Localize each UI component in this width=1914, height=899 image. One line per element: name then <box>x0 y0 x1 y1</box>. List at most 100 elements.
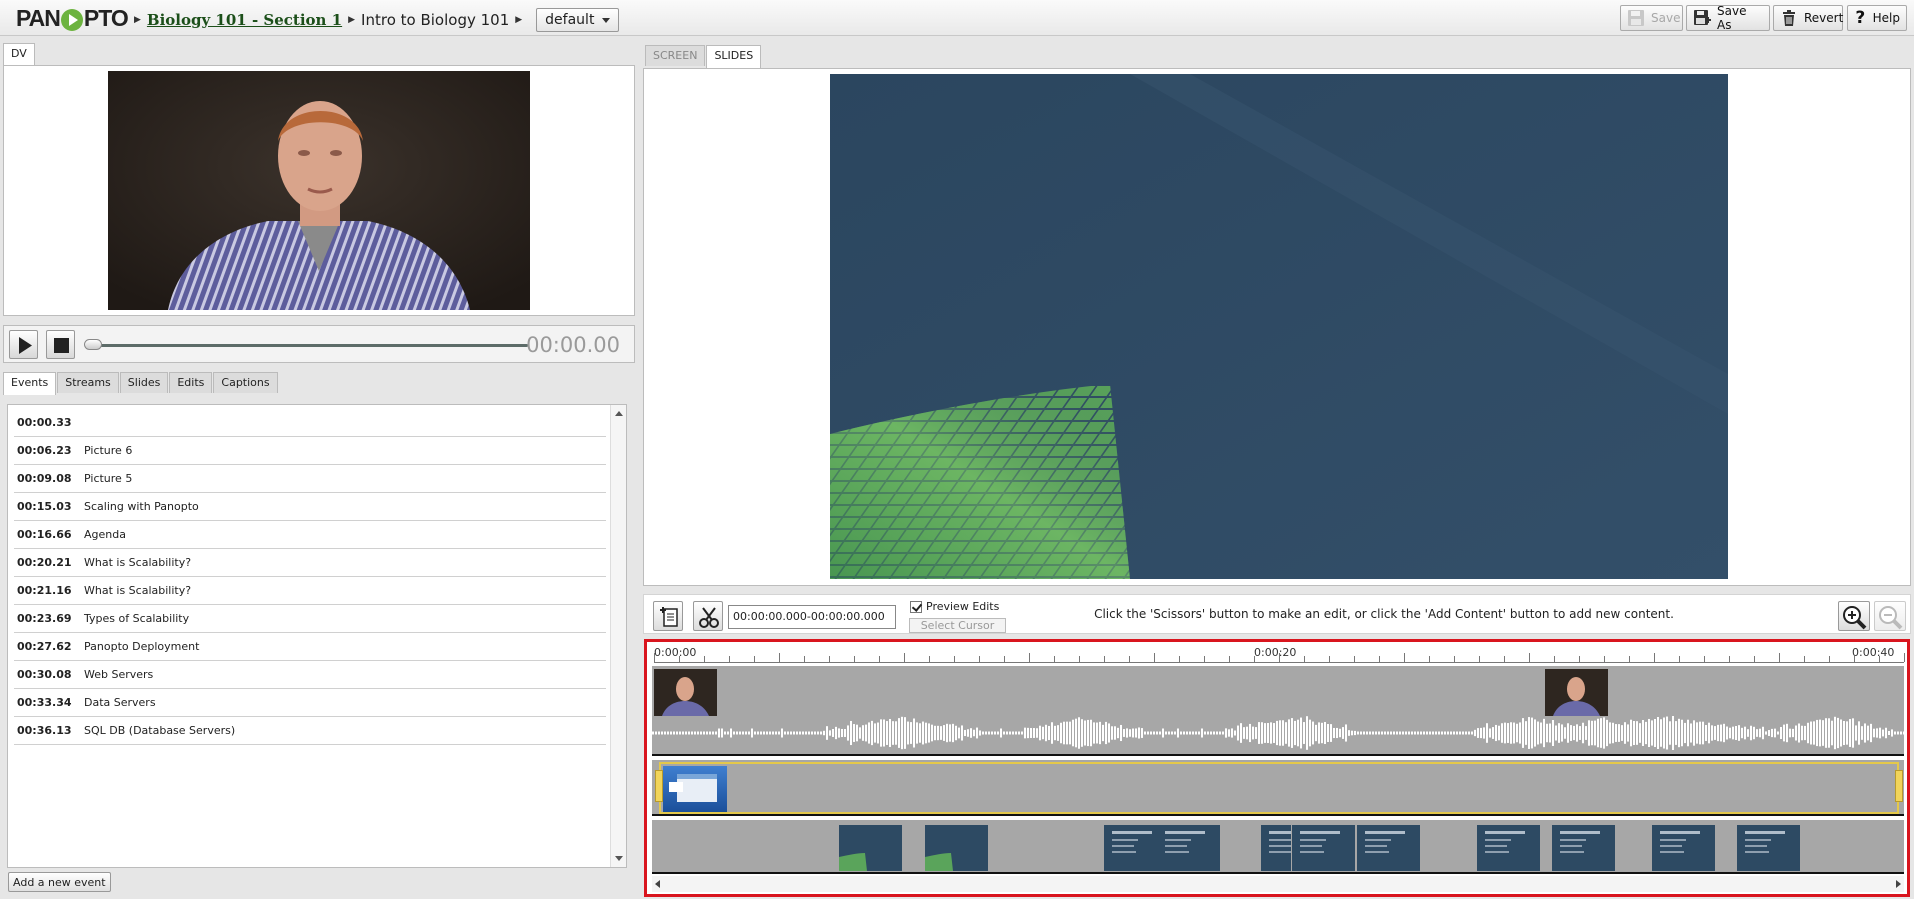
tab-streams[interactable]: Streams <box>57 372 119 393</box>
slide-thumbnail[interactable] <box>1477 825 1540 871</box>
select-cursor-button[interactable]: Select Cursor <box>909 618 1006 633</box>
events-scrollbar[interactable] <box>610 405 626 867</box>
stop-button[interactable] <box>46 330 75 359</box>
waveform-bar <box>907 721 909 745</box>
slide-thumbnail[interactable] <box>1157 825 1220 871</box>
waveform-bar <box>844 729 846 737</box>
tab-events[interactable]: Events <box>3 372 57 395</box>
ruler-tick <box>1104 656 1105 662</box>
waveform-bar <box>715 731 717 735</box>
waveform-bar <box>1384 731 1386 735</box>
screen-lane[interactable] <box>652 760 1904 816</box>
format-dropdown[interactable]: default <box>536 8 620 32</box>
slides-lane[interactable] <box>652 820 1904 874</box>
breadcrumb-arrow-icon: ▶ <box>515 15 523 25</box>
scissors-button[interactable] <box>693 601 723 631</box>
tab-edits[interactable]: Edits <box>169 372 213 393</box>
scroll-down-icon[interactable] <box>615 856 623 861</box>
waveform-bar <box>1411 731 1413 735</box>
event-row[interactable]: 00:00.33 <box>14 409 606 437</box>
slide-thumbnail[interactable] <box>839 825 902 871</box>
waveform-bar <box>910 722 912 744</box>
event-row[interactable]: 00:06.23 Picture 6 <box>14 437 606 465</box>
waveform-bar <box>859 727 861 739</box>
timeline-scrollbar[interactable] <box>652 876 1904 892</box>
event-row[interactable]: 00:33.34 Data Servers <box>14 689 606 717</box>
slide-thumbnail[interactable] <box>1357 825 1420 871</box>
waveform-bar <box>1765 731 1767 735</box>
event-row[interactable]: 00:36.13 SQL DB (Database Servers) <box>14 717 606 745</box>
tab-dv[interactable]: DV <box>3 43 35 66</box>
tab-captions[interactable]: Captions <box>213 372 278 393</box>
panopto-logo: PAN PTO <box>16 5 129 32</box>
seek-thumb[interactable] <box>84 339 102 350</box>
timeline-ruler[interactable]: 0:00:00 0:00:20 0:00:40 <box>654 644 1905 663</box>
waveform-bar <box>1540 722 1542 744</box>
event-row[interactable]: 00:23.69 Types of Scalability <box>14 605 606 633</box>
zoom-out-button[interactable] <box>1874 601 1906 631</box>
event-row[interactable]: 00:30.08 Web Servers <box>14 661 606 689</box>
waveform-bar <box>1195 731 1197 735</box>
seek-track[interactable] <box>90 344 528 347</box>
scroll-up-icon[interactable] <box>615 411 623 416</box>
presenter-video[interactable] <box>108 71 530 310</box>
save-as-button[interactable]: Save As <box>1686 4 1770 32</box>
preview-edits-checkbox[interactable]: Preview Edits <box>910 600 999 613</box>
waveform-bar <box>1333 727 1335 739</box>
event-row[interactable]: 00:16.66 Agenda <box>14 521 606 549</box>
slide-thumbnail[interactable] <box>1652 825 1715 871</box>
scroll-right-icon[interactable] <box>1896 880 1901 888</box>
play-button[interactable] <box>9 330 38 359</box>
save-button[interactable]: Save <box>1620 5 1683 31</box>
slide-thumbnail[interactable] <box>1261 825 1291 871</box>
scroll-left-icon[interactable] <box>655 880 660 888</box>
event-row[interactable]: 00:15.03 Scaling with Panopto <box>14 493 606 521</box>
zoom-in-button[interactable] <box>1838 601 1870 631</box>
waveform-bar <box>979 730 981 736</box>
waveform-bar <box>1831 720 1833 746</box>
breadcrumb: ▶ Biology 101 - Section 1 ▶ Intro to Bio… <box>128 8 620 32</box>
editing-timeline[interactable]: 0:00:00 0:00:20 0:00:40 <box>644 639 1910 897</box>
event-row[interactable]: 00:21.16 What is Scalability? <box>14 577 606 605</box>
waveform-bar <box>964 729 966 737</box>
tab-slides[interactable]: Slides <box>119 372 169 393</box>
slide-thumbnail[interactable] <box>1292 825 1355 871</box>
ruler-tick <box>1029 653 1030 662</box>
add-event-button[interactable]: Add a new event <box>8 872 111 892</box>
breadcrumb-course-link[interactable]: Biology 101 - Section 1 <box>147 11 342 29</box>
event-time: 00:00.33 <box>17 416 72 429</box>
help-button[interactable]: ? Help <box>1847 5 1907 31</box>
waveform-bar <box>1822 720 1824 746</box>
waveform-bar <box>1138 727 1140 739</box>
screen-clip[interactable] <box>655 762 1903 814</box>
revert-button[interactable]: Revert <box>1773 5 1843 31</box>
event-row[interactable]: 00:20.21 What is Scalability? <box>14 549 606 577</box>
slide-thumbnail[interactable] <box>925 825 988 871</box>
waveform-bar <box>751 728 753 738</box>
clip-end-handle[interactable] <box>1895 770 1903 802</box>
waveform-bar <box>1198 731 1200 735</box>
edit-range-field[interactable]: 00:00:00.000-00:00:00.000 <box>728 605 896 629</box>
waveform-bar <box>895 721 897 745</box>
tab-screen[interactable]: SCREEN <box>645 45 706 66</box>
event-row[interactable]: 00:27.62 Panopto Deployment <box>14 633 606 661</box>
waveform-bar <box>1726 726 1728 740</box>
slide-thumbnail[interactable] <box>1737 825 1800 871</box>
waveform-bar <box>1489 728 1491 738</box>
waveform-bar <box>652 731 654 735</box>
waveform-bar <box>811 731 813 735</box>
waveform-bar <box>934 725 936 741</box>
waveform-bar <box>1396 731 1398 735</box>
event-row[interactable]: 00:09.08 Picture 5 <box>14 465 606 493</box>
waveform-bar <box>1231 728 1233 738</box>
waveform-bar <box>1603 717 1605 749</box>
clip-start-handle[interactable] <box>655 770 663 802</box>
tab-slides-view[interactable]: SLIDES <box>706 45 762 68</box>
add-content-button[interactable] <box>653 601 683 631</box>
video-audio-lane[interactable] <box>652 666 1904 756</box>
ruler-tick <box>1229 656 1230 662</box>
waveform-bar <box>874 723 876 743</box>
check-icon[interactable] <box>910 600 922 613</box>
slide-thumbnail[interactable] <box>1552 825 1615 871</box>
waveform-bar <box>1552 720 1554 746</box>
